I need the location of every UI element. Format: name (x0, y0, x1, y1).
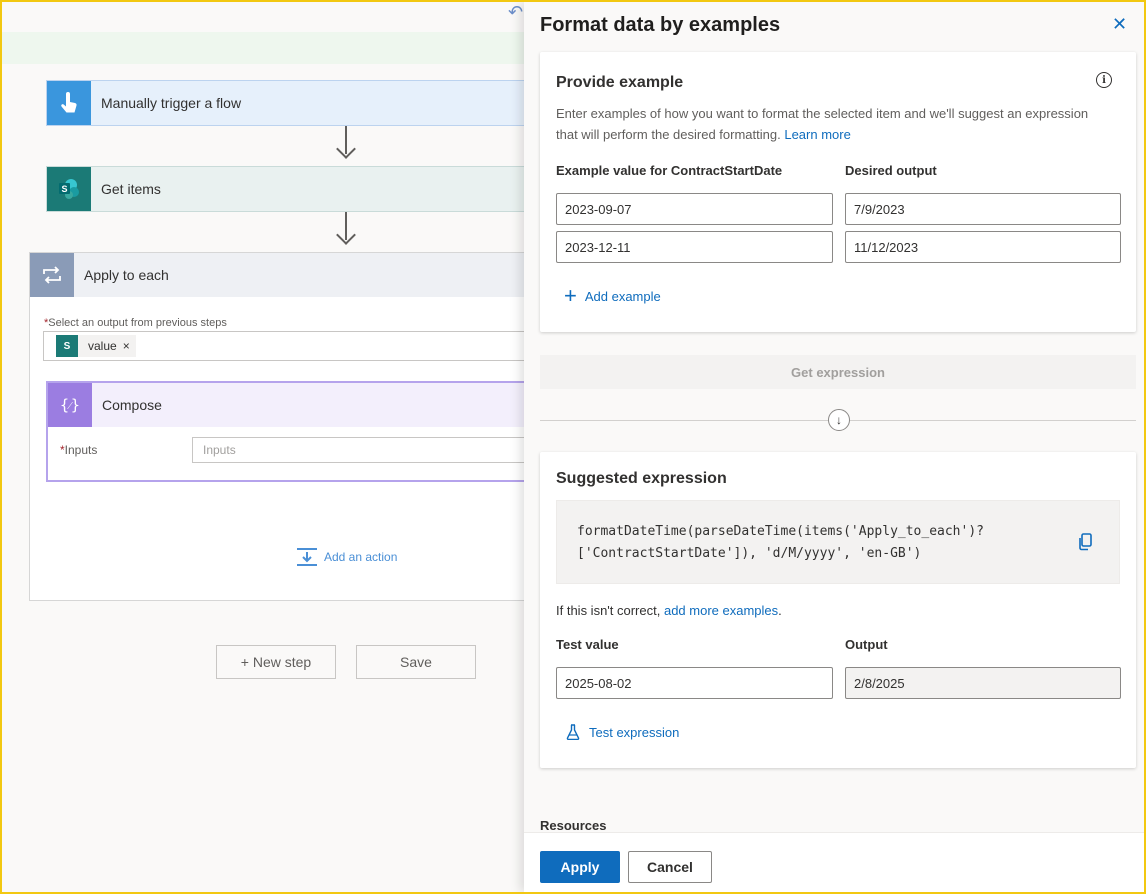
learn-more-link[interactable]: Learn more (784, 127, 850, 142)
test-value-input[interactable]: 2025-08-02 (556, 667, 833, 699)
undo-icon[interactable]: ↶ (508, 2, 523, 23)
get-expression-button[interactable]: Get expression (540, 355, 1136, 389)
select-output-label: *Select an output from previous steps (44, 317, 227, 329)
output-label: Output (845, 637, 888, 652)
example-value-input[interactable]: 2023-09-07 (556, 193, 833, 225)
new-step-button[interactable]: + New step (216, 645, 336, 679)
test-value-label: Test value (556, 637, 619, 652)
hand-touch-icon (47, 81, 91, 125)
expression-box: formatDateTime(parseDateTime(items('Appl… (556, 500, 1120, 584)
remove-token-icon[interactable]: × (123, 339, 136, 353)
expression-text: formatDateTime(parseDateTime(items('Appl… (577, 524, 984, 561)
resources-heading: Resources (540, 818, 607, 833)
step-title: Compose (102, 397, 162, 413)
panel-title: Format data by examples (540, 14, 781, 36)
arrow-down-icon: ↓ (828, 409, 850, 431)
output-field: 2/8/2025 (845, 667, 1121, 699)
inputs-label: *Inputs (60, 443, 98, 457)
connector-arrow (336, 126, 356, 159)
add-more-examples-link[interactable]: add more examples (664, 603, 778, 618)
suggested-expression-title: Suggested expression (556, 470, 727, 487)
example-value-input[interactable]: 2023-12-11 (556, 231, 833, 263)
test-expression-button[interactable]: Test expression (566, 724, 679, 740)
add-action-icon (297, 548, 317, 566)
desired-output-input[interactable]: 11/12/2023 (845, 231, 1121, 263)
example-column-label: Example value for ContractStartDate (556, 163, 783, 178)
provide-description: Enter examples of how you want to format… (556, 106, 1089, 142)
flow-canvas: ↶ Manually trigger a flow S Get items Ap… (2, 2, 524, 892)
apply-to-each-card: Apply to each *Select an output from pre… (29, 252, 524, 601)
trigger-card[interactable]: Manually trigger a flow (46, 80, 524, 126)
step-title: Apply to each (84, 267, 169, 283)
inputs-field[interactable]: Inputs (192, 437, 524, 463)
compose-card: {⁄} Compose *Inputs Inputs (46, 381, 524, 482)
apply-to-each-header[interactable]: Apply to each (30, 253, 524, 297)
add-action-button[interactable]: Add an action (296, 547, 397, 567)
format-data-panel: Format data by examples ✕ Provide exampl… (524, 2, 1144, 892)
sharepoint-icon: S (47, 167, 91, 211)
not-correct-text: If this isn't correct, add more examples… (556, 603, 782, 618)
add-example-button[interactable]: + Add example (564, 283, 661, 308)
compose-icon: {⁄} (48, 383, 92, 427)
step-title: Get items (101, 181, 161, 197)
compose-header[interactable]: {⁄} Compose (48, 383, 524, 427)
value-token[interactable]: S value × (56, 335, 136, 357)
plus-icon: + (564, 283, 577, 308)
provide-example-title: Provide example (556, 74, 684, 91)
desired-output-column-label: Desired output (845, 163, 937, 178)
flask-icon (566, 724, 580, 740)
desired-output-input[interactable]: 7/9/2023 (845, 193, 1121, 225)
step-title: Manually trigger a flow (101, 95, 242, 111)
svg-text:S: S (61, 184, 67, 194)
loop-icon (30, 253, 74, 297)
copy-icon[interactable] (1077, 533, 1093, 556)
provide-example-card: Provide example i Enter examples of how … (540, 52, 1136, 332)
sharepoint-icon: S (56, 335, 78, 357)
suggested-expression-card: Suggested expression formatDateTime(pars… (540, 452, 1136, 768)
close-icon[interactable]: ✕ (1112, 14, 1127, 35)
save-button[interactable]: Save (356, 645, 476, 679)
panel-footer: Apply Cancel (524, 832, 1144, 892)
select-output-field[interactable]: S value × (43, 331, 524, 361)
status-banner (2, 32, 524, 64)
info-icon[interactable]: i (1096, 72, 1112, 88)
connector-arrow (336, 212, 356, 245)
get-items-card[interactable]: S Get items (46, 166, 524, 212)
apply-button[interactable]: Apply (540, 851, 620, 883)
cancel-button[interactable]: Cancel (628, 851, 712, 883)
